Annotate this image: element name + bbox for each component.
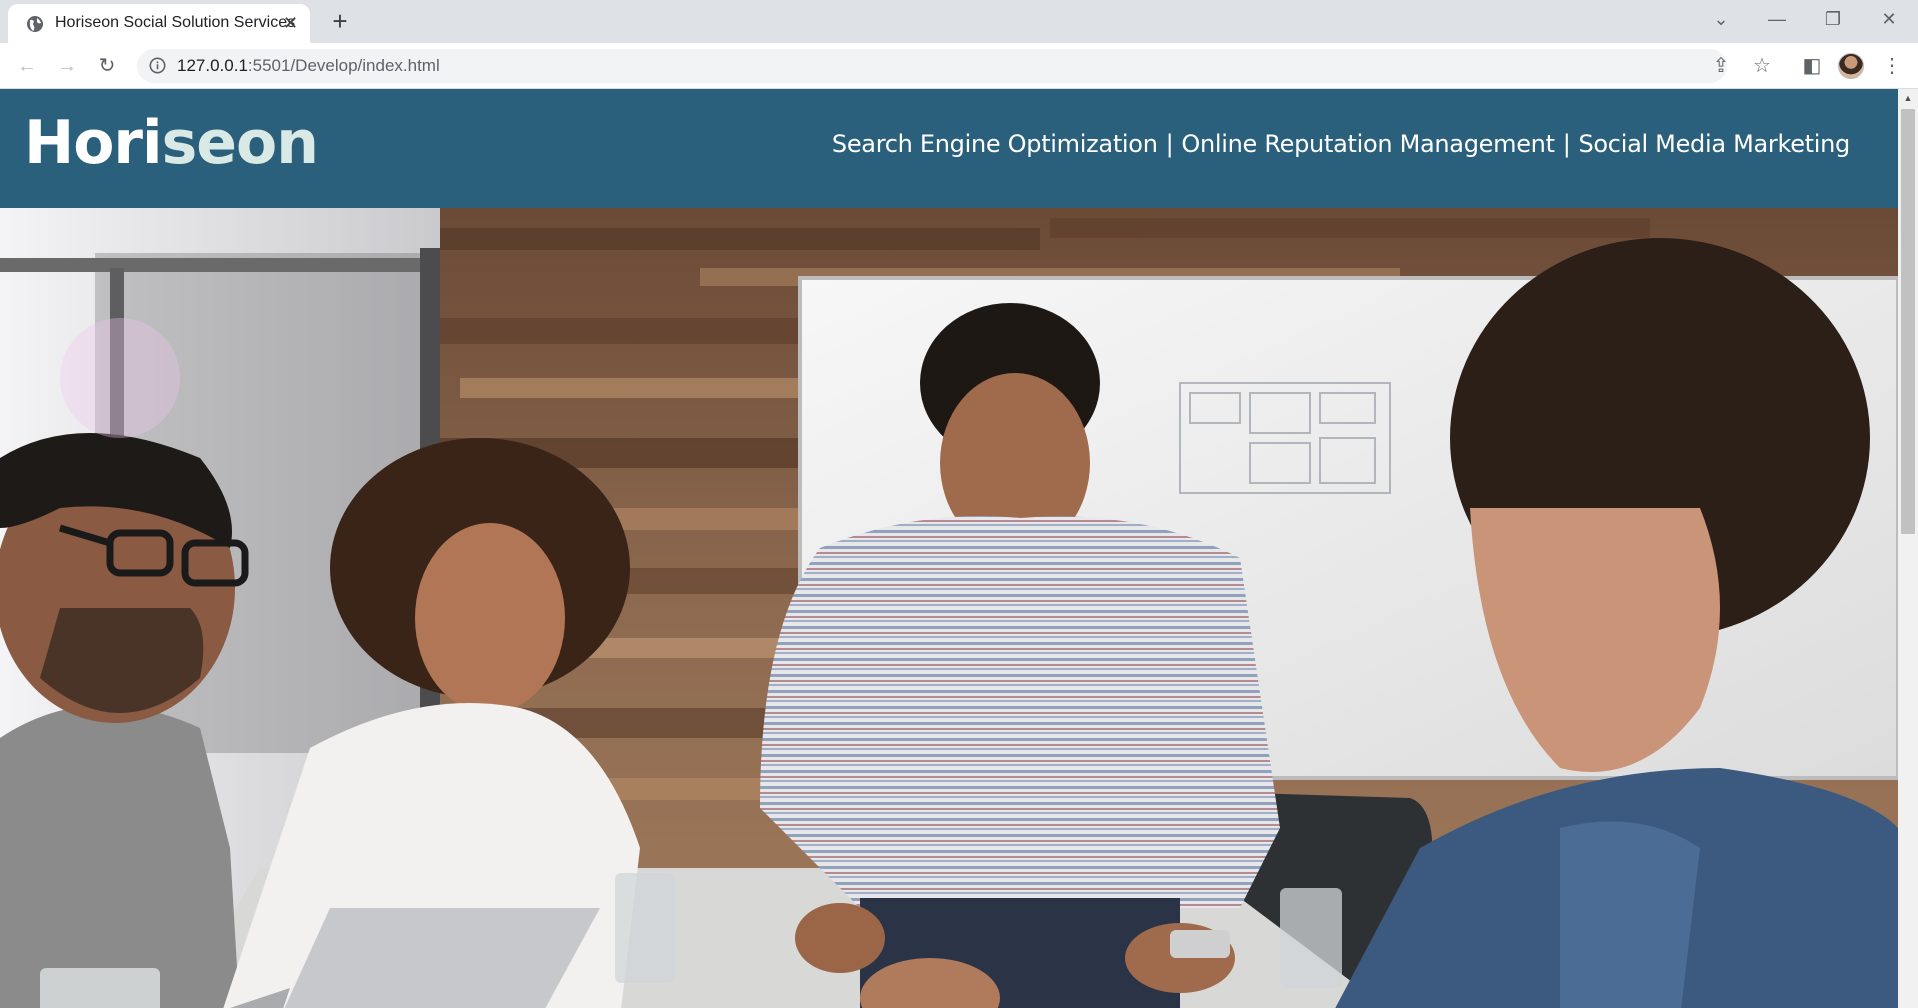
side-panel-icon[interactable]: ◧ <box>1798 52 1826 80</box>
profile-avatar[interactable] <box>1838 53 1864 79</box>
arrow-right-icon[interactable]: → <box>53 52 81 80</box>
scrollbar-thumb[interactable] <box>1901 109 1915 534</box>
info-icon[interactable] <box>149 57 166 74</box>
hero-photo-illustration <box>0 208 1898 1008</box>
nav-link-social-media[interactable]: Social Media Marketing <box>1578 130 1850 158</box>
close-tab-icon[interactable]: ✕ <box>283 14 298 32</box>
restore-button[interactable]: ❐ <box>1805 0 1861 40</box>
main-nav: Search Engine Optimization | Online Reputa… <box>832 129 1850 159</box>
hero-image <box>0 208 1898 1008</box>
site-logo[interactable]: Horiseon <box>24 103 319 183</box>
address-bar[interactable]: 127.0.0.1:5501/Develop/index.html <box>137 49 1727 83</box>
url-path: :5501/Develop/index.html <box>247 56 440 75</box>
nav-separator: | <box>1562 130 1571 158</box>
url-text: 127.0.0.1:5501/Develop/index.html <box>177 56 440 76</box>
page-viewport: Horiseon Search Engine Optimization | Onli… <box>0 89 1898 1008</box>
url-host: 127.0.0.1 <box>177 56 248 75</box>
arrow-left-icon[interactable]: ← <box>13 52 41 80</box>
close-window-button[interactable]: ✕ <box>1861 0 1917 40</box>
nav-separator: | <box>1165 130 1174 158</box>
tab-search-icon[interactable]: ⌄ <box>1693 0 1749 40</box>
browser-tab[interactable]: Horiseon Social Solution Services ✕ <box>8 4 310 43</box>
nav-link-reputation[interactable]: Online Reputation Management <box>1181 130 1555 158</box>
browser-tab-strip: Horiseon Social Solution Services ✕ + ⌄ … <box>0 0 1918 43</box>
scroll-up-icon[interactable]: ▲ <box>1898 89 1918 107</box>
tab-title: Horiseon Social Solution Services <box>55 14 296 31</box>
globe-icon <box>27 16 43 32</box>
page-scrollbar[interactable]: ▲ <box>1898 89 1918 1008</box>
star-icon[interactable]: ☆ <box>1748 52 1776 80</box>
logo-text-seon: seon <box>161 108 319 178</box>
reload-icon[interactable]: ↻ <box>93 52 121 80</box>
kebab-menu-icon[interactable]: ⋮ <box>1878 52 1906 80</box>
share-icon[interactable]: ⇪ <box>1707 52 1735 80</box>
minimize-button[interactable]: — <box>1749 0 1805 40</box>
logo-text-hori: Hori <box>24 108 163 178</box>
browser-toolbar: ← → ↻ 127.0.0.1:5501/Develop/index.html … <box>0 43 1918 89</box>
new-tab-button[interactable]: + <box>325 6 355 36</box>
site-header: Horiseon Search Engine Optimization | Onli… <box>0 89 1898 208</box>
nav-link-seo[interactable]: Search Engine Optimization <box>832 130 1158 158</box>
